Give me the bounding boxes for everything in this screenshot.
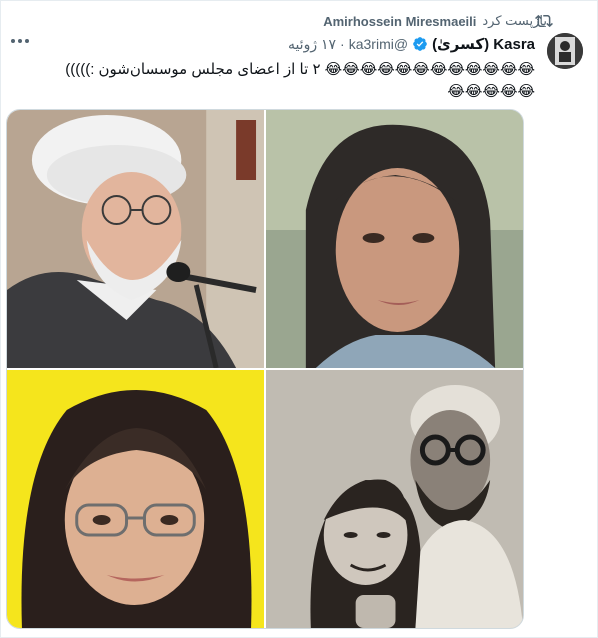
emoji-run-2: 😂😂😂😂😂 — [447, 83, 535, 100]
tweet-card[interactable]: بازپست کرد Amirhossein Miresmaeili Kasra… — [0, 0, 598, 638]
verified-badge-icon — [413, 37, 427, 51]
photo-top-left[interactable] — [7, 110, 264, 368]
tweet-text: 😂😂😂😂😂😂😂😂😂😂😂😂 ۲ تا از اعضای مجلس موسسان‌ش… — [15, 59, 535, 103]
user-handle[interactable]: @ka3rimi — [349, 36, 408, 52]
retweeter-name[interactable]: Amirhossein Miresmaeili — [323, 14, 476, 29]
vintage-photo — [266, 370, 523, 628]
separator-dot: · — [340, 36, 345, 52]
tweet-body: ۲ تا از اعضای مجلس موسسان‌شون :))))) — [65, 61, 321, 78]
user-avatar[interactable] — [547, 33, 583, 69]
woman-portrait-photo — [266, 110, 523, 368]
media-grid — [6, 109, 524, 629]
emoji-run-1: 😂😂😂😂😂😂😂😂😂😂😂😂 — [324, 61, 535, 78]
tweet-header: Kasra (کسریٰ) @ka3rimi · ۱۷ ژوئیه — [288, 35, 535, 54]
woman-headscarf-photo — [7, 370, 264, 628]
retweet-indicator[interactable]: بازپست کرد Amirhossein Miresmaeili — [323, 13, 547, 29]
more-options-icon[interactable] — [11, 39, 29, 47]
cleric-photo — [7, 110, 264, 368]
retweet-label: بازپست کرد — [482, 13, 547, 28]
photo-bottom-left[interactable] — [7, 370, 264, 628]
photo-bottom-right[interactable] — [266, 370, 523, 628]
tweet-date[interactable]: ۱۷ ژوئیه — [288, 36, 336, 53]
photo-top-right[interactable] — [266, 110, 523, 368]
display-name[interactable]: Kasra (کسریٰ) — [432, 35, 535, 53]
